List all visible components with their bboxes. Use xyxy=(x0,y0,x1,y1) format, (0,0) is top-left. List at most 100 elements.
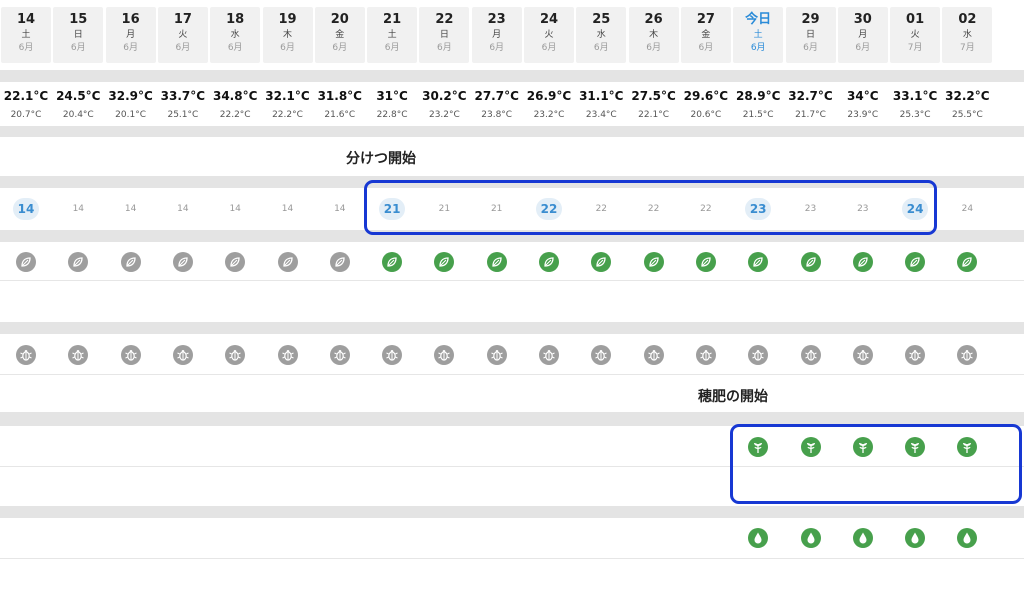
date-cell[interactable]: 21 土 6月 xyxy=(367,7,418,63)
growth-week-value: 14 xyxy=(229,204,241,214)
leaf-icon[interactable] xyxy=(277,252,298,272)
leaf-icon[interactable] xyxy=(643,252,664,272)
temp-min: 20.4°C xyxy=(62,110,94,120)
bug-icon[interactable] xyxy=(643,345,664,365)
leaf-icon[interactable] xyxy=(16,252,36,272)
leaf-icon[interactable] xyxy=(382,252,403,272)
row-divider xyxy=(0,558,1024,559)
bug-icon[interactable] xyxy=(172,345,193,365)
growth-week-value: 14 xyxy=(72,204,85,214)
bug-icon[interactable] xyxy=(800,345,821,365)
water-drop-icon[interactable] xyxy=(905,528,926,548)
date-cell-today[interactable]: 今日土 6月 xyxy=(733,7,784,63)
date-cell[interactable]: 30 月 6月 xyxy=(837,7,888,63)
bug-icon[interactable] xyxy=(68,345,89,365)
temp-max: 31.1°C xyxy=(579,89,624,103)
date-day: 26 xyxy=(644,12,663,27)
leaf-icon[interactable] xyxy=(68,252,89,272)
leaf-icon[interactable] xyxy=(695,252,716,272)
bug-icon[interactable] xyxy=(277,345,298,365)
bug-icon[interactable] xyxy=(748,345,769,365)
water-drop-icon[interactable] xyxy=(852,528,873,548)
date-cell[interactable]: 18 水 6月 xyxy=(210,7,261,63)
bug-icon[interactable] xyxy=(329,345,350,365)
date-cell[interactable]: 25 水 6月 xyxy=(576,7,627,63)
date-month: 6月 xyxy=(489,43,505,53)
date-month: 6月 xyxy=(18,43,34,53)
water-drop-icon[interactable] xyxy=(800,528,821,548)
temp-min: 25.3°C xyxy=(899,110,931,120)
temp-max: 32.7°C xyxy=(788,89,833,103)
growth-week-value: 14 xyxy=(281,204,294,214)
date-month: 6月 xyxy=(384,43,400,53)
water-drop-icon[interactable] xyxy=(748,528,769,548)
bug-icon[interactable] xyxy=(382,345,403,365)
date-cell[interactable]: 15 日 6月 xyxy=(53,7,104,63)
leaf-icon[interactable] xyxy=(172,252,193,272)
temp-max: 34.8°C xyxy=(212,89,258,103)
date-month: 6月 xyxy=(437,43,452,53)
temp-min: 22.1°C xyxy=(638,110,669,120)
temp-max: 22.1°C xyxy=(3,89,49,103)
date-day: 20 xyxy=(330,12,349,27)
leaf-icon[interactable] xyxy=(539,252,559,272)
bug-icon[interactable] xyxy=(905,345,926,365)
temp-min: 23.2°C xyxy=(533,110,565,120)
bug-icon[interactable] xyxy=(120,345,141,365)
leaf-icon[interactable] xyxy=(329,252,350,272)
date-day: 25 xyxy=(592,12,611,27)
date-weekday: 水 xyxy=(230,30,240,40)
date-weekday: 日 xyxy=(805,30,815,40)
date-cell[interactable]: 26 木 6月 xyxy=(628,7,679,63)
date-cell[interactable]: 27 金 6月 xyxy=(680,7,731,63)
date-day: 27 xyxy=(696,12,715,27)
bug-icon[interactable] xyxy=(16,345,36,365)
date-cell[interactable]: 20 金 6月 xyxy=(314,7,365,63)
temp-min: 21.7°C xyxy=(795,110,826,120)
water-drop-icon[interactable] xyxy=(957,528,978,548)
leaf-icon[interactable] xyxy=(434,252,455,272)
temp-max: 32.2°C xyxy=(945,89,990,103)
temp-max: 31°C xyxy=(376,89,408,103)
date-month: 6月 xyxy=(803,43,818,53)
date-weekday: 日 xyxy=(439,30,449,40)
bug-icon[interactable] xyxy=(486,345,507,365)
date-cell[interactable]: 01 火 7月 xyxy=(890,7,941,63)
date-cell[interactable]: 23 月 6月 xyxy=(471,7,522,63)
date-cell[interactable]: 14 土 6月 xyxy=(1,7,51,63)
date-cell[interactable]: 17 火 6月 xyxy=(157,7,208,63)
date-weekday: 火 xyxy=(910,30,920,40)
date-day: 18 xyxy=(226,12,245,27)
leaf-icon[interactable] xyxy=(800,252,821,272)
date-cell[interactable]: 02 水 7月 xyxy=(942,7,993,63)
leaf-icon[interactable] xyxy=(486,252,507,272)
temp-min: 20.7°C xyxy=(10,110,42,120)
leaf-icon[interactable] xyxy=(225,252,246,272)
date-weekday: 月 xyxy=(858,30,868,40)
date-month: 6月 xyxy=(123,43,138,53)
bug-icon[interactable] xyxy=(695,345,716,365)
leaf-icon[interactable] xyxy=(120,252,141,272)
bug-icon[interactable] xyxy=(957,345,978,365)
bug-icon[interactable] xyxy=(434,345,455,365)
temp-max: 33.1°C xyxy=(892,89,938,103)
bug-icon[interactable] xyxy=(591,345,612,365)
temp-min: 23.8°C xyxy=(481,110,513,120)
date-weekday: 土 xyxy=(21,30,31,40)
leaf-icon[interactable] xyxy=(957,252,978,272)
leaf-icon[interactable] xyxy=(905,252,926,272)
bug-icon[interactable] xyxy=(539,345,559,365)
date-cell[interactable]: 19 木 6月 xyxy=(262,7,313,63)
leaf-icon[interactable] xyxy=(852,252,873,272)
temp-min: 23.9°C xyxy=(847,110,879,120)
date-cell[interactable]: 24 火 6月 xyxy=(524,7,574,63)
leaf-icon[interactable] xyxy=(591,252,612,272)
leaf-icon[interactable] xyxy=(748,252,769,272)
bug-icon[interactable] xyxy=(225,345,246,365)
date-weekday: 金 xyxy=(701,30,711,40)
date-cell[interactable]: 16 月 6月 xyxy=(105,7,156,63)
date-cell[interactable]: 22 日 6月 xyxy=(419,7,470,63)
date-day: 23 xyxy=(487,12,506,27)
bug-icon[interactable] xyxy=(852,345,873,365)
date-cell[interactable]: 29 日 6月 xyxy=(785,7,836,63)
